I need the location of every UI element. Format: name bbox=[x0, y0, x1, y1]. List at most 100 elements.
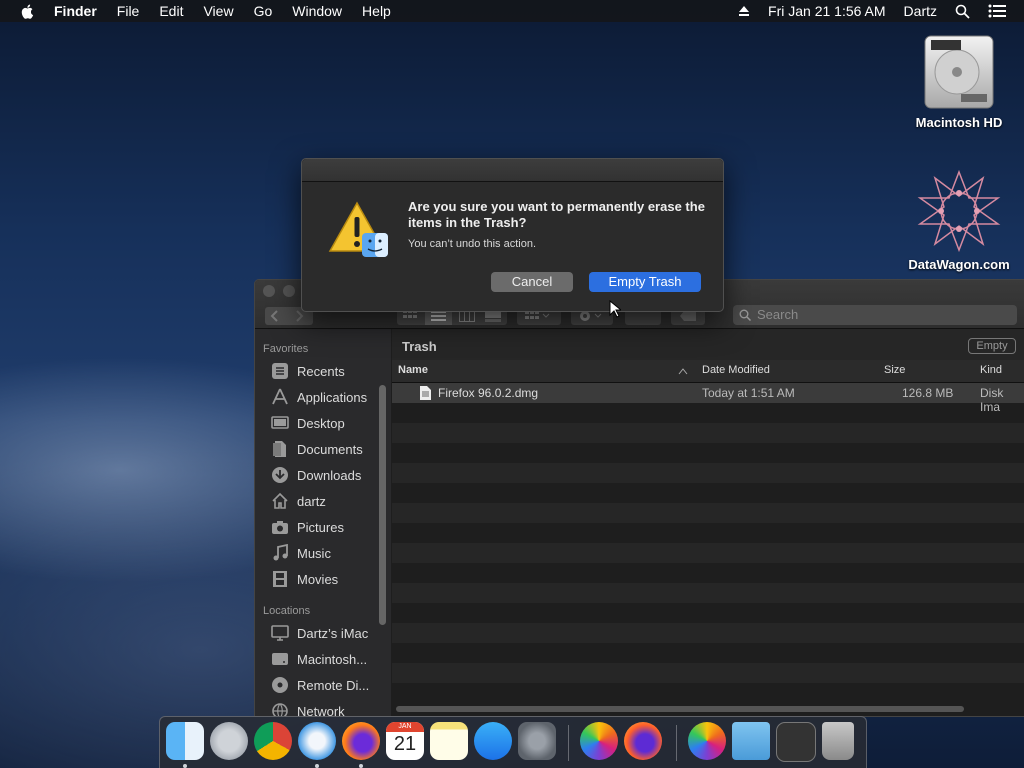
sidebar-item-label: Movies bbox=[297, 571, 339, 587]
sidebar-item-label: Network bbox=[297, 703, 345, 717]
sidebar-item-applications[interactable]: Applications bbox=[271, 386, 367, 408]
menu-user[interactable]: Dartz bbox=[904, 3, 937, 19]
menu-view[interactable]: View bbox=[203, 3, 233, 19]
close-button[interactable] bbox=[263, 285, 275, 297]
sidebar-item-pictures[interactable]: Pictures bbox=[271, 516, 344, 538]
dock-notes-icon[interactable] bbox=[430, 722, 468, 760]
table-row[interactable]: Firefox 96.0.2.dmg Today at 1:51 AM 126.… bbox=[392, 383, 1024, 414]
dock-downloads-folder-icon[interactable] bbox=[732, 722, 770, 760]
running-indicator bbox=[359, 764, 363, 768]
dialog-info: You can’t undo this action. bbox=[408, 238, 537, 250]
desktop-icon bbox=[271, 416, 289, 429]
dock-safari-icon[interactable] bbox=[298, 722, 336, 760]
minimize-button[interactable] bbox=[283, 285, 295, 297]
dock-finder-icon[interactable] bbox=[166, 722, 204, 760]
sidebar-item-remote-disc[interactable]: Remote Di... bbox=[271, 674, 369, 696]
sidebar-item-label: Music bbox=[297, 545, 331, 561]
group-grid-icon bbox=[525, 311, 550, 319]
sidebar-item-music[interactable]: Music bbox=[271, 542, 331, 564]
menu-clock[interactable]: Fri Jan 21 1:56 AM bbox=[768, 3, 886, 19]
menu-go[interactable]: Go bbox=[254, 3, 273, 19]
sidebar-item-desktop[interactable]: Desktop bbox=[271, 412, 345, 434]
horizontal-scrollbar[interactable] bbox=[396, 706, 964, 712]
search-field[interactable]: Search bbox=[733, 305, 1017, 325]
sidebar-item-home[interactable]: dartz bbox=[271, 490, 326, 512]
document-icon bbox=[273, 441, 286, 457]
dock-firefox-developer-icon[interactable] bbox=[624, 722, 662, 760]
empty-row bbox=[392, 623, 1024, 643]
dock-photos-alt-icon[interactable] bbox=[688, 722, 726, 760]
sidebar-item-label: dartz bbox=[297, 493, 326, 509]
sidebar-item-documents[interactable]: Documents bbox=[271, 438, 363, 460]
menu-app-name[interactable]: Finder bbox=[54, 3, 97, 19]
sidebar-item-label: Remote Di... bbox=[297, 677, 370, 693]
empty-trash-button[interactable]: Empty bbox=[968, 338, 1016, 354]
sidebar-locations-heading: Locations bbox=[263, 605, 311, 617]
desktop-icon-label: Macintosh HD bbox=[915, 115, 1003, 130]
sidebar-item-label: Dartz’s iMac bbox=[297, 625, 369, 641]
folder-title: Trash bbox=[402, 339, 437, 354]
sidebar-item-recents[interactable]: Recents bbox=[271, 360, 345, 382]
film-icon bbox=[273, 571, 287, 587]
dock-launchpad-icon[interactable] bbox=[210, 722, 248, 760]
file-size: 126.8 MB bbox=[902, 386, 954, 400]
eject-icon[interactable] bbox=[738, 5, 750, 17]
dock-separator bbox=[568, 725, 569, 761]
column-name[interactable]: Name bbox=[398, 364, 428, 376]
column-size[interactable]: Size bbox=[884, 364, 905, 376]
computer-icon bbox=[271, 625, 289, 641]
column-date-modified[interactable]: Date Modified bbox=[702, 364, 770, 376]
datawagon-logo-icon bbox=[917, 169, 1001, 253]
sidebar-item-macintosh[interactable]: Macintosh... bbox=[271, 648, 367, 670]
desktop-icon-macintosh-hd[interactable]: Macintosh HD bbox=[905, 32, 1013, 130]
applications-icon bbox=[272, 388, 288, 405]
dialog-message: Are you sure you want to permanently era… bbox=[408, 199, 705, 230]
menu-bar: Finder File Edit View Go Window Help Fri… bbox=[0, 0, 1024, 22]
dock-firefox-icon[interactable] bbox=[342, 722, 380, 760]
dock-trash-icon[interactable] bbox=[822, 722, 854, 760]
desktop-icon-datawagon[interactable]: DataWagon.com bbox=[898, 168, 1020, 272]
menu-file[interactable]: File bbox=[117, 3, 140, 19]
dialog-titlebar bbox=[302, 159, 723, 182]
dock-screenshot-icon[interactable] bbox=[776, 722, 816, 762]
search-placeholder: Search bbox=[757, 307, 799, 322]
sort-ascending-icon[interactable] bbox=[678, 367, 688, 375]
dock-system-preferences-icon[interactable] bbox=[518, 722, 556, 760]
finder-window: Search Favorites Recents Applications De… bbox=[254, 279, 1024, 717]
sidebar-item-downloads[interactable]: Downloads bbox=[271, 464, 361, 486]
notification-center-icon[interactable] bbox=[988, 4, 1006, 18]
path-bar: Trash Empty bbox=[392, 329, 1024, 361]
dock-calendar-icon[interactable]: JAN 21 bbox=[386, 722, 424, 760]
back-arrow-icon[interactable] bbox=[265, 307, 285, 325]
menu-help[interactable]: Help bbox=[362, 3, 391, 19]
hard-drive-icon bbox=[924, 35, 994, 109]
cancel-button[interactable]: Cancel bbox=[491, 272, 573, 292]
calendar-month: JAN bbox=[386, 722, 424, 732]
running-indicator bbox=[183, 764, 187, 768]
dock-app-store-icon[interactable] bbox=[474, 722, 512, 760]
calendar-day: 21 bbox=[393, 733, 417, 755]
sidebar-item-imac[interactable]: Dartz’s iMac bbox=[271, 622, 368, 644]
file-kind: Disk Ima bbox=[980, 386, 1004, 414]
menu-window[interactable]: Window bbox=[292, 3, 342, 19]
download-icon bbox=[272, 467, 288, 483]
menu-edit[interactable]: Edit bbox=[159, 3, 183, 19]
sidebar-item-label: Documents bbox=[297, 441, 363, 457]
file-name: Firefox 96.0.2.dmg bbox=[438, 386, 539, 400]
sidebar-item-label: Downloads bbox=[297, 467, 362, 483]
file-date: Today at 1:51 AM bbox=[702, 386, 795, 400]
spotlight-search-icon[interactable] bbox=[955, 4, 970, 19]
sidebar-item-movies[interactable]: Movies bbox=[271, 568, 338, 590]
sidebar-item-network[interactable]: Network bbox=[271, 700, 345, 717]
dock-chrome-icon[interactable] bbox=[254, 722, 292, 760]
sidebar-scrollbar[interactable] bbox=[379, 385, 386, 625]
empty-trash-confirm-button[interactable]: Empty Trash bbox=[589, 272, 701, 292]
desktop-icon-label: DataWagon.com bbox=[908, 257, 1010, 272]
empty-trash-dialog: Are you sure you want to permanently era… bbox=[301, 158, 724, 312]
dock-photos-icon[interactable] bbox=[580, 722, 618, 760]
apple-menu-icon[interactable] bbox=[20, 3, 36, 19]
empty-row bbox=[392, 503, 1024, 523]
dock: JAN 21 bbox=[159, 716, 867, 768]
column-kind[interactable]: Kind bbox=[980, 364, 1002, 376]
warning-finder-icon bbox=[328, 201, 388, 257]
